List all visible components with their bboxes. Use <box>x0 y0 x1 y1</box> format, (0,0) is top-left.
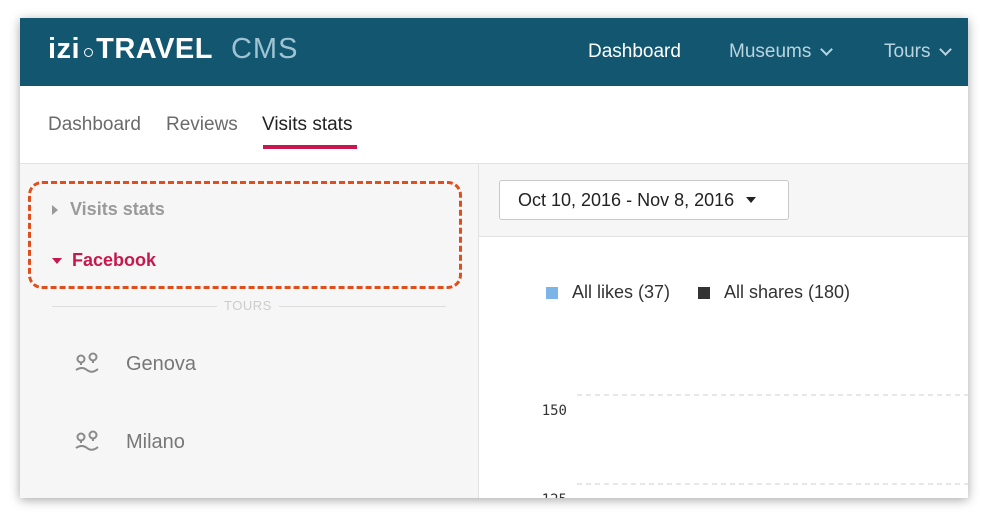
section-label-tours: TOURS <box>217 298 279 313</box>
nav-museums[interactable]: Museums <box>729 18 834 86</box>
sub-navigation: Dashboard Reviews Visits stats <box>20 86 968 164</box>
app-window: izi TRAVEL CMS Dashboard Museums Tours D… <box>20 18 968 498</box>
y-tick-label: 150 <box>542 403 567 419</box>
sidebar-item-visits-stats[interactable]: Visits stats <box>52 199 165 220</box>
nav-dashboard-label: Dashboard <box>588 41 681 62</box>
chart-area: 150 125 <box>542 394 968 498</box>
logo[interactable]: izi TRAVEL CMS <box>48 33 298 73</box>
chevron-down-icon <box>820 42 834 56</box>
tab-visits-stats[interactable]: Visits stats <box>262 114 352 136</box>
route-icon <box>75 352 99 373</box>
sidebar-item-label: Visits stats <box>70 199 165 219</box>
sidebar-item-milano[interactable]: Milano <box>74 430 185 454</box>
route-icon <box>75 430 99 451</box>
sidebar: Visits stats Facebook TOURS Genova Milan… <box>20 164 479 498</box>
sidebar-item-facebook[interactable]: Facebook <box>52 250 156 271</box>
nav-dashboard[interactable]: Dashboard <box>588 18 681 86</box>
y-tick-label: 125 <box>542 492 567 498</box>
nav-tours-label: Tours <box>884 41 931 62</box>
caret-right-icon <box>52 204 58 215</box>
logo-cms: CMS <box>230 33 299 65</box>
logo-travel: TRAVEL <box>96 33 213 65</box>
tour-label: Milano <box>126 430 185 453</box>
nav-museums-label: Museums <box>729 41 812 62</box>
active-tab-indicator <box>263 145 357 149</box>
nav-tours[interactable]: Tours <box>884 18 953 86</box>
sidebar-item-genova[interactable]: Genova <box>74 352 196 376</box>
top-navbar: izi TRAVEL CMS Dashboard Museums Tours <box>20 18 968 86</box>
logo-dot-icon <box>84 48 94 57</box>
main-panel: Oct 10, 2016 - Nov 8, 2016 All likes (37… <box>479 164 968 498</box>
chevron-down-icon <box>939 42 953 56</box>
tab-reviews[interactable]: Reviews <box>166 114 238 136</box>
tour-label: Genova <box>126 352 197 375</box>
sidebar-item-label: Facebook <box>72 250 157 270</box>
highlight-annotation <box>28 181 462 289</box>
caret-down-icon <box>52 257 62 264</box>
tab-dashboard[interactable]: Dashboard <box>48 114 141 136</box>
logo-izi: izi <box>48 33 81 65</box>
